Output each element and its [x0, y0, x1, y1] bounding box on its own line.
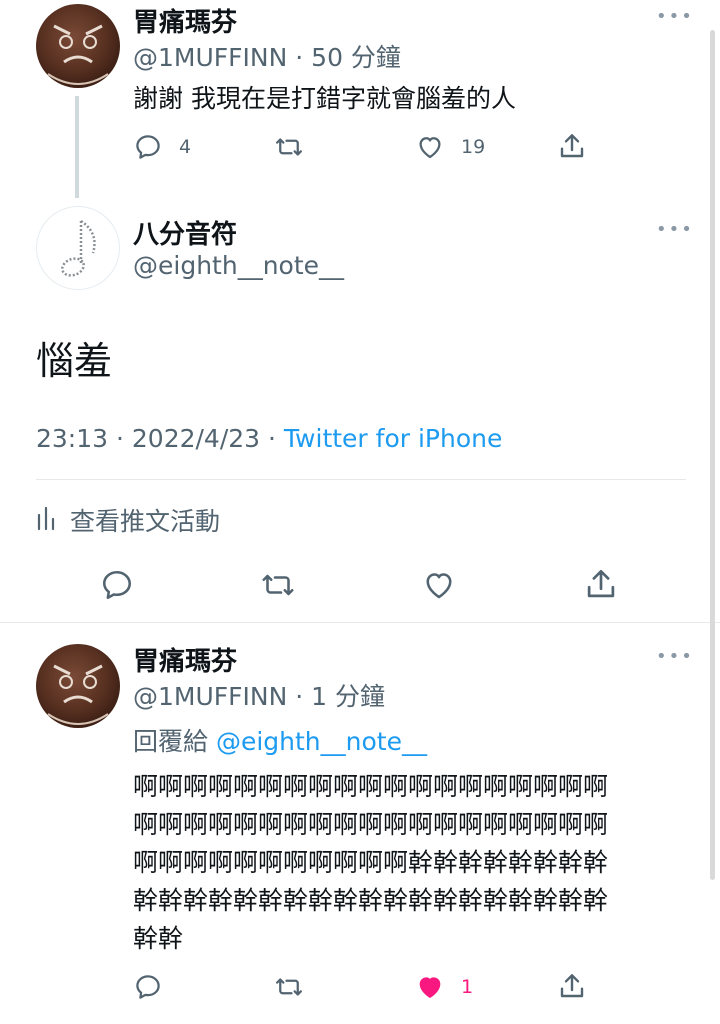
thread-line	[75, 96, 79, 198]
more-options-icon[interactable]: •••	[656, 6, 694, 27]
tweet-text-line: 啊啊啊啊啊啊啊啊啊啊啊幹幹幹幹幹幹幹幹	[133, 848, 609, 877]
timestamp[interactable]: 1 分鐘	[311, 682, 385, 711]
replying-prefix: 回覆給	[133, 727, 209, 756]
reply-icon	[133, 132, 163, 162]
share-button[interactable]	[556, 970, 588, 1002]
tweet-meta: @1MUFFINN · 50 分鐘	[133, 38, 401, 74]
timestamp[interactable]: 50 分鐘	[311, 43, 401, 72]
tweet-text: 惱羞	[36, 339, 113, 383]
retweet-icon	[273, 972, 305, 1002]
reply-count: 4	[179, 136, 192, 158]
share-icon	[556, 970, 588, 1002]
tweet-text-line: 啊啊啊啊啊啊啊啊啊啊啊啊啊啊啊啊啊啊啊	[133, 810, 609, 839]
handle[interactable]: @eighth__note__	[133, 251, 344, 280]
retweet-icon	[259, 567, 297, 603]
tweet-meta: @1MUFFINN · 1 分鐘	[133, 677, 385, 713]
heart-icon	[421, 567, 457, 603]
retweet-button[interactable]	[273, 972, 305, 1002]
like-count: 1	[461, 976, 474, 998]
tweet-text: 啊啊啊啊啊啊啊啊啊啊啊啊啊啊啊啊啊啊啊 啊啊啊啊啊啊啊啊啊啊啊啊啊啊啊啊啊啊啊 …	[133, 768, 608, 958]
avatar[interactable]	[36, 644, 120, 728]
heart-filled-icon	[415, 972, 445, 1002]
like-button[interactable]	[421, 567, 457, 603]
time-separator: ·	[295, 682, 304, 711]
share-icon	[582, 565, 620, 603]
analytics-icon	[36, 505, 56, 535]
tweet-source[interactable]: Twitter for iPhone	[284, 424, 502, 453]
reply-button[interactable]: 4	[133, 132, 191, 162]
retweet-button[interactable]	[259, 567, 297, 603]
time-separator: ·	[295, 43, 304, 72]
reply-icon	[133, 972, 163, 1002]
more-options-icon[interactable]: •••	[656, 646, 694, 667]
handle[interactable]: @1MUFFINN	[133, 682, 287, 711]
replying-to: 回覆給 @eighth__note__	[133, 722, 427, 758]
heart-icon	[415, 132, 445, 162]
avatar[interactable]	[36, 206, 120, 290]
tweet-text-line: 啊啊啊啊啊啊啊啊啊啊啊啊啊啊啊啊啊啊啊	[133, 772, 609, 801]
reply-button[interactable]	[133, 972, 163, 1002]
activity-label: 查看推文活動	[70, 507, 221, 536]
share-button[interactable]	[556, 130, 588, 162]
replying-to-handle[interactable]: @eighth__note__	[216, 727, 427, 756]
more-options-icon[interactable]: •••	[656, 219, 694, 240]
tweet-text: 謝謝 我現在是打錯字就會腦羞的人	[133, 84, 516, 113]
timestamp: 23:13 · 2022/4/23 ·	[36, 424, 276, 453]
share-button[interactable]	[582, 565, 620, 603]
retweet-button[interactable]	[273, 132, 305, 162]
tweet-text-line: 幹幹幹幹幹幹幹幹幹幹幹幹幹幹幹幹幹幹幹	[133, 886, 609, 915]
reply-button[interactable]	[99, 567, 135, 603]
tweet-text-line: 幹幹	[133, 924, 184, 953]
reply-icon	[99, 567, 135, 603]
retweet-icon	[273, 132, 305, 162]
like-count: 19	[461, 136, 486, 158]
avatar[interactable]	[36, 4, 120, 88]
share-icon	[556, 130, 588, 162]
display-name[interactable]: 胃痛瑪芬	[133, 2, 237, 39]
like-button[interactable]: 19	[415, 132, 485, 162]
scrollbar[interactable]	[710, 30, 715, 880]
divider	[0, 622, 720, 623]
tweet-timestamp-row: 23:13 · 2022/4/23 · Twitter for iPhone	[36, 424, 502, 453]
like-button[interactable]: 1	[415, 972, 473, 1002]
display-name[interactable]: 胃痛瑪芬	[133, 641, 237, 678]
view-tweet-activity[interactable]: 查看推文活動	[36, 502, 220, 538]
divider	[36, 479, 686, 480]
handle[interactable]: @1MUFFINN	[133, 43, 287, 72]
display-name[interactable]: 八分音符	[133, 214, 237, 251]
